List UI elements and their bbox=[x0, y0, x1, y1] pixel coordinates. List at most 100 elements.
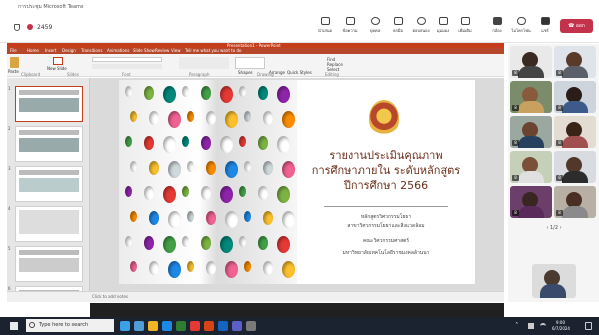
slide-thumbnail[interactable] bbox=[15, 86, 83, 122]
self-view-tile[interactable] bbox=[532, 264, 576, 298]
photo-hole bbox=[201, 86, 211, 100]
slide-logo-seal bbox=[369, 100, 399, 136]
file-explorer-icon[interactable] bbox=[148, 321, 158, 331]
app-icon[interactable] bbox=[246, 321, 256, 331]
font-format-row[interactable] bbox=[92, 64, 162, 69]
photo-hole bbox=[244, 211, 251, 222]
photo-hole bbox=[282, 211, 295, 228]
tab-slide-show[interactable]: Slide Show bbox=[133, 48, 155, 53]
tab-insert[interactable]: Insert bbox=[45, 48, 56, 53]
task-view-icon[interactable] bbox=[120, 321, 130, 331]
photo-hole bbox=[277, 236, 290, 253]
tab-transitions[interactable]: Transitions bbox=[81, 48, 102, 53]
photo-hole bbox=[187, 161, 194, 172]
paste-button[interactable]: Paste bbox=[8, 69, 19, 74]
tab-design[interactable]: Design bbox=[62, 48, 76, 53]
taskbar-search-box[interactable]: Type here to search bbox=[26, 319, 114, 332]
search-icon bbox=[29, 322, 35, 328]
participant-tile[interactable]: 8 bbox=[510, 186, 552, 218]
tab-file[interactable]: File bbox=[10, 48, 17, 53]
leave-button[interactable]: ☎ ออก bbox=[560, 19, 593, 33]
chevron-right-icon[interactable]: › bbox=[560, 225, 562, 231]
mic-button[interactable]: ไมโครโฟน bbox=[508, 17, 534, 39]
photo-hole bbox=[258, 186, 268, 200]
tab-view[interactable]: View bbox=[171, 48, 181, 53]
taskbar-search-placeholder: Type here to search bbox=[39, 322, 89, 328]
recording-icon bbox=[27, 24, 33, 30]
quick-styles-button[interactable]: Quick Styles bbox=[287, 70, 312, 75]
photo-hole bbox=[206, 261, 216, 275]
share-icon bbox=[540, 17, 550, 25]
slide-thumbnail[interactable] bbox=[15, 206, 83, 242]
photo-hole bbox=[282, 261, 295, 278]
windows-start-icon[interactable] bbox=[10, 322, 18, 330]
tab-review[interactable]: Review bbox=[155, 48, 169, 53]
excel-icon[interactable] bbox=[176, 321, 186, 331]
photo-hole bbox=[263, 261, 273, 275]
tray-chevron-up-icon[interactable]: ˆ bbox=[515, 322, 519, 330]
photo-hole bbox=[163, 236, 176, 253]
photo-hole bbox=[163, 86, 176, 103]
photo-hole bbox=[239, 136, 246, 147]
slide-thumbnail[interactable] bbox=[15, 246, 83, 282]
participant-tile[interactable]: 8 bbox=[510, 116, 552, 148]
photo-hole bbox=[225, 261, 238, 278]
participant-tile[interactable]: 8 bbox=[554, 186, 596, 218]
teams-icon[interactable] bbox=[232, 321, 242, 331]
camera-button[interactable]: กล้อง bbox=[484, 17, 510, 39]
photo-hole bbox=[168, 111, 181, 128]
ppt-notes-bar[interactable]: Click to add notes bbox=[7, 291, 504, 302]
speaker-icon[interactable] bbox=[528, 323, 534, 329]
gallery-pager[interactable]: ‹ 1/2 › bbox=[536, 224, 572, 233]
camera-icon bbox=[492, 17, 502, 25]
group-font: Font bbox=[122, 72, 131, 77]
slide-thumbnail[interactable] bbox=[15, 126, 83, 162]
chevron-left-icon[interactable]: ‹ bbox=[546, 225, 548, 231]
new-slide-button[interactable]: New Slide bbox=[47, 66, 67, 71]
raise-hand-icon bbox=[393, 17, 403, 25]
participant-tile[interactable]: 8 bbox=[510, 151, 552, 183]
view-icon bbox=[438, 17, 448, 25]
new-slide-icon bbox=[53, 57, 63, 65]
photo-hole bbox=[168, 261, 181, 278]
photo-hole bbox=[239, 186, 246, 197]
tray-date[interactable]: 6/7/2024 bbox=[552, 326, 570, 331]
meeting-timer: 2459 bbox=[37, 24, 53, 31]
tab-home[interactable]: Home bbox=[27, 48, 39, 53]
current-slide[interactable]: รายงานประเมินคุณภาพ การศึกษาภายใน ระดับห… bbox=[119, 80, 475, 284]
slide-title: รายงานประเมินคุณภาพ การศึกษาภายใน ระดับห… bbox=[311, 149, 461, 192]
participant-tile[interactable]: 8 bbox=[510, 46, 552, 78]
participant-tile[interactable]: 8 bbox=[554, 151, 596, 183]
photo-hole bbox=[149, 111, 159, 125]
store-icon[interactable] bbox=[162, 321, 172, 331]
more-icon bbox=[460, 17, 470, 25]
photo-hole bbox=[144, 136, 154, 150]
participant-gallery: 8 8 8 8 8 8 8 8 8 8 ‹ 1/2 › bbox=[508, 44, 599, 302]
slide-subtitle-line: สาขาวิศวกรรมโยธาและสิ่งแวดล้อม bbox=[347, 223, 425, 229]
chrome-icon[interactable] bbox=[190, 321, 200, 331]
photo-hole bbox=[149, 211, 159, 225]
slide-thumbnail[interactable] bbox=[15, 166, 83, 202]
share-tray-button[interactable]: นำเสนอ bbox=[312, 17, 338, 39]
participant-tile[interactable]: 8 bbox=[554, 46, 596, 78]
more-button[interactable]: เพิ่มเติม bbox=[452, 17, 478, 39]
participant-tile[interactable]: 8 bbox=[554, 116, 596, 148]
powerpoint-icon[interactable] bbox=[204, 321, 214, 331]
tray-time[interactable]: 9:00 bbox=[556, 320, 565, 325]
photo-hole bbox=[201, 136, 211, 150]
tab-animations[interactable]: Animations bbox=[107, 48, 129, 53]
font-controls[interactable] bbox=[92, 57, 162, 62]
tell-me-box[interactable]: Tell me what you want to do bbox=[185, 48, 241, 53]
wifi-icon[interactable] bbox=[540, 323, 546, 329]
shapes-button[interactable]: Shapes bbox=[238, 70, 253, 75]
chat-button[interactable]: ข้อความ bbox=[337, 17, 363, 39]
notifications-icon[interactable] bbox=[585, 322, 592, 330]
share-button[interactable]: แชร์ bbox=[532, 17, 558, 39]
photo-hole bbox=[130, 261, 137, 272]
participant-tile[interactable]: 8 bbox=[510, 81, 552, 113]
paragraph-controls[interactable] bbox=[179, 57, 229, 69]
participant-tile[interactable]: 8 bbox=[554, 81, 596, 113]
word-icon[interactable] bbox=[218, 321, 228, 331]
edge-icon[interactable] bbox=[134, 321, 144, 331]
shapes-gallery[interactable] bbox=[235, 57, 265, 69]
